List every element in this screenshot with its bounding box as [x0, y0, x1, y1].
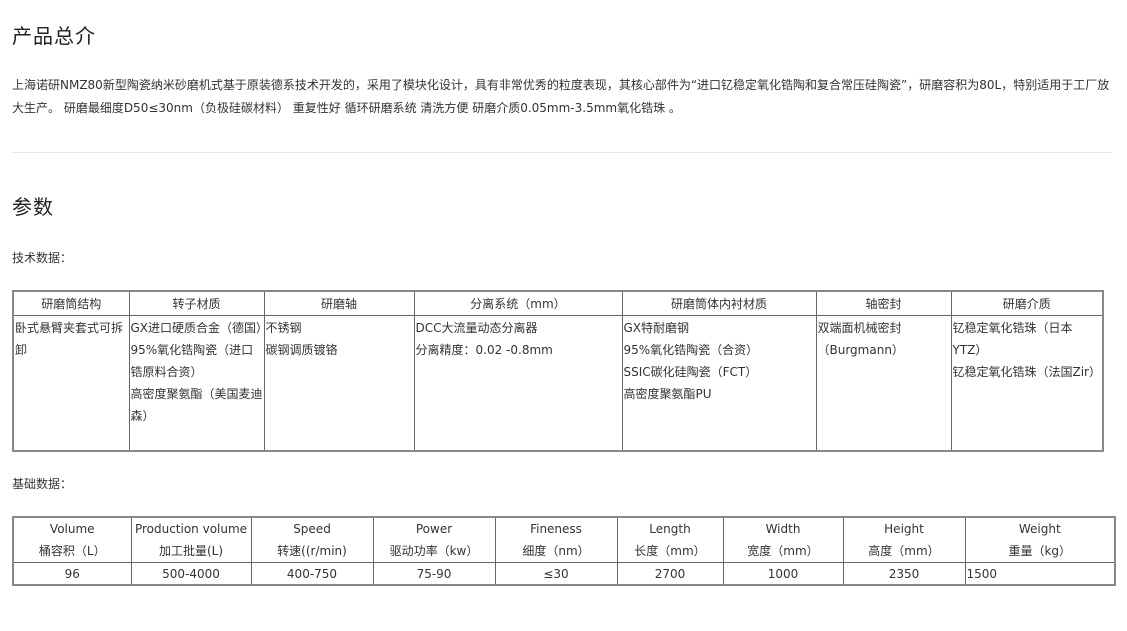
section-divider [12, 152, 1112, 153]
header-en: Power [415, 522, 453, 536]
tech-header-cell: 轴密封 [815, 290, 952, 316]
header-cn: 加工批量(L) [158, 544, 224, 558]
tech-header-cell: 研磨筒体内衬材质 [621, 290, 817, 316]
product-page: 产品总介 上海诺研NMZ80新型陶瓷纳米砂磨机式基于原装德系技术开发的，采用了模… [0, 0, 1127, 631]
basic-data-label: 基础数据： [12, 477, 73, 491]
header-en: Length [649, 522, 691, 536]
basic-cell-volume: 96 [12, 562, 132, 586]
basic-header-cell: Speed 转速((r/min) [250, 516, 374, 563]
basic-cell-length: 2700 [616, 562, 724, 586]
basic-cell-fineness: ≤30 [494, 562, 618, 586]
cell-line: 双端面机械密封 [817, 321, 902, 335]
basic-header-cell: Weight 重量（kg） [964, 516, 1116, 563]
header-en: Fineness [530, 522, 582, 536]
basic-header-cell: Height 高度（mm） [842, 516, 966, 563]
cell-line: DCC大流量动态分离器 [415, 321, 538, 335]
cell-line: 不锈钢 [265, 321, 302, 335]
product-description: 上海诺研NMZ80新型陶瓷纳米砂磨机式基于原装德系技术开发的，采用了模块化设计，… [12, 78, 1110, 115]
basic-cell-width: 1000 [722, 562, 844, 586]
cell-line: GX特耐磨钢 [623, 321, 690, 335]
tech-header-cell: 转子材质 [128, 290, 265, 316]
cell-line: 钇稳定氧化锆珠（日本YTZ） [952, 321, 1073, 357]
basic-header-cell: Power 驱动功率（kw） [372, 516, 496, 563]
tech-cell-shaft: 不锈钢 碳钢调质镀铬 [263, 315, 415, 452]
header-en: Production volume [134, 522, 248, 536]
cell-line: 碳钢调质镀铬 [265, 343, 338, 357]
overview-heading: 产品总介 [12, 24, 96, 48]
tech-header-cell: 研磨轴 [263, 290, 415, 316]
header-cn: 高度（mm） [868, 544, 940, 558]
basic-cell-weight: 1500 [964, 562, 1116, 586]
cell-line: 高密度聚氨酯PU [623, 387, 712, 401]
basic-header-cell: Volume 桶容积（L） [12, 516, 132, 563]
cell-line: 高密度聚氨酯（美国麦迪森） [130, 387, 263, 423]
header-cn: 细度（nm） [522, 544, 590, 558]
header-cn: 宽度（mm） [747, 544, 819, 558]
cell-line: 钇稳定氧化锆珠（法国Zir） [952, 365, 1102, 379]
cell-line: 95%氧化锆陶瓷（合资） [623, 343, 759, 357]
basic-data-table: Volume 桶容积（L） Production volume 加工批量(L) Sp… [12, 516, 1116, 586]
header-cn: 长度（mm） [634, 544, 706, 558]
tech-data-label: 技术数据： [12, 251, 73, 265]
cell-line: 分离精度：0.02 -0.8mm [415, 343, 553, 357]
header-cn: 重量（kg） [1008, 544, 1072, 558]
basic-header-cell: Width 宽度（mm） [722, 516, 844, 563]
tech-cell-lining: GX特耐磨钢 95%氧化锆陶瓷（合资） SSIC碳化硅陶瓷（FCT） 高密度聚氨… [621, 315, 817, 452]
tech-header-cell: 研磨介质 [950, 290, 1104, 316]
tech-data-row: 卧式悬臂夹套式可拆卸 GX进口硬质合金（德国） 95%氧化锆陶瓷（进口锆原料合资… [12, 315, 1104, 452]
basic-header-cell: Length 长度（mm） [616, 516, 724, 563]
basic-header-cell: Production volume 加工批量(L) [130, 516, 252, 563]
basic-cell-production: 500-4000 [130, 562, 252, 586]
basic-cell-speed: 400-750 [250, 562, 374, 586]
header-en: Volume [49, 522, 95, 536]
tech-cell-media: 钇稳定氧化锆珠（日本YTZ） 钇稳定氧化锆珠（法国Zir） [950, 315, 1104, 452]
tech-cell-rotor: GX进口硬质合金（德国） 95%氧化锆陶瓷（进口锆原料合资） 高密度聚氨酯（美国… [128, 315, 269, 452]
cell-line: GX进口硬质合金（德国） [130, 321, 269, 335]
tech-header-row: 研磨筒结构 转子材质 研磨轴 分离系统（mm） 研磨筒体内衬材质 轴密封 研磨介… [12, 290, 1104, 316]
cell-line: （Burgmann） [817, 343, 904, 357]
tech-cell-separator: DCC大流量动态分离器 分离精度：0.02 -0.8mm [413, 315, 623, 452]
header-en: Weight [1018, 522, 1061, 536]
header-en: Speed [293, 522, 331, 536]
header-en: Width [765, 522, 801, 536]
tech-data-table: 研磨筒结构 转子材质 研磨轴 分离系统（mm） 研磨筒体内衬材质 轴密封 研磨介… [12, 290, 1104, 452]
tech-cell-seal: 双端面机械密封 （Burgmann） [815, 315, 952, 452]
basic-data-row: 96 500-4000 400-750 75-90 ≤30 2700 1000 … [12, 562, 1116, 586]
basic-header-cell: Fineness 细度（nm） [494, 516, 618, 563]
header-cn: 转速((r/min) [277, 544, 347, 558]
basic-cell-height: 2350 [842, 562, 966, 586]
basic-header-row: Volume 桶容积（L） Production volume 加工批量(L) Sp… [12, 516, 1116, 563]
tech-header-cell: 分离系统（mm） [413, 290, 623, 316]
cell-line: 卧式悬臂夹套式可拆卸 [15, 321, 124, 357]
tech-header-cell: 研磨筒结构 [12, 290, 130, 316]
header-cn: 桶容积（L） [38, 544, 106, 558]
cell-line: 95%氧化锆陶瓷（进口锆原料合资） [130, 343, 254, 379]
params-heading: 参数 [12, 195, 54, 219]
header-cn: 驱动功率（kw） [389, 544, 479, 558]
tech-cell-structure: 卧式悬臂夹套式可拆卸 [12, 315, 130, 452]
header-en: Height [884, 522, 924, 536]
basic-cell-power: 75-90 [372, 562, 496, 586]
cell-line: SSIC碳化硅陶瓷（FCT） [623, 365, 758, 379]
